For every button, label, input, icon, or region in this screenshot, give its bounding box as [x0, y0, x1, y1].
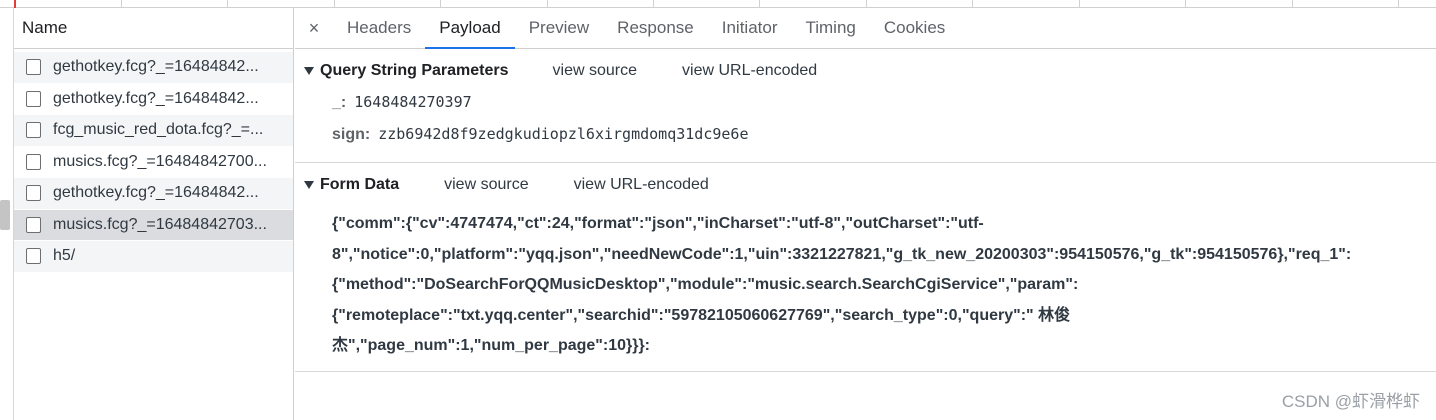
watermark: CSDN @虾滑桦虾 — [1281, 392, 1420, 411]
recording-indicator — [14, 0, 16, 8]
form-data-section-header[interactable]: Form Data view source view URL-encoded — [295, 163, 1436, 207]
view-source-button[interactable]: view source — [444, 176, 528, 194]
request-name: musics.fcg?_=16484842700... — [53, 152, 267, 170]
request-row[interactable]: gethotkey.fcg?_=16484842... — [14, 178, 293, 210]
document-icon — [26, 248, 41, 265]
timeline-tick — [334, 0, 335, 8]
request-row[interactable]: h5/ — [14, 241, 293, 273]
timeline-tick — [227, 0, 228, 8]
request-row[interactable]: gethotkey.fcg?_=16484842... — [14, 52, 293, 84]
form-data-line: 杰","page_num":1,"num_per_page":10}}}: — [332, 337, 651, 354]
document-icon — [26, 59, 41, 76]
timeline-tick — [1185, 0, 1186, 8]
request-row[interactable]: gethotkey.fcg?_=16484842... — [14, 83, 293, 115]
detail-tab-bar: × Headers Payload Preview Response Initiator… — [295, 8, 1436, 49]
request-row[interactable]: musics.fcg?_=16484842703... — [14, 209, 293, 241]
timeline-tick — [1292, 0, 1293, 8]
timeline-tick — [1398, 0, 1399, 8]
payload-panel: Query String Parameters view source view… — [295, 49, 1436, 420]
request-name: gethotkey.fcg?_=16484842... — [53, 58, 259, 76]
timeline-tick — [653, 0, 654, 8]
request-name: musics.fcg?_=16484842703... — [53, 215, 267, 233]
document-icon — [26, 90, 41, 107]
request-list: gethotkey.fcg?_=16484842... gethotkey.fcg… — [14, 52, 293, 273]
triangle-down-icon[interactable] — [304, 67, 314, 75]
view-url-encoded-button[interactable]: view URL-encoded — [574, 176, 709, 194]
close-icon[interactable]: × — [295, 8, 333, 48]
timeline-tick — [547, 0, 548, 8]
timeline-tick — [440, 0, 441, 8]
tab-list: Headers Payload Preview Response Initiator Ti… — [333, 8, 959, 49]
document-icon — [26, 122, 41, 139]
timeline-tick — [1079, 0, 1080, 8]
request-row[interactable]: fcg_music_red_dota.fcg?_=... — [14, 115, 293, 147]
tab-cookies[interactable]: Cookies — [870, 8, 959, 48]
name-column-header[interactable]: Name — [14, 8, 293, 49]
timeline-tick — [866, 0, 867, 8]
document-icon — [26, 216, 41, 233]
timeline-tick — [121, 0, 122, 8]
param-key: _: — [332, 94, 347, 111]
document-icon — [26, 153, 41, 170]
section-title: Form Data — [320, 176, 400, 193]
query-param-row: _: 1648484270397 — [295, 93, 1436, 125]
request-name: gethotkey.fcg?_=16484842... — [53, 89, 259, 107]
form-data-line: {"comm":{"cv":4747474,"ct":24,"format":"… — [332, 215, 984, 232]
view-source-button[interactable]: view source — [553, 62, 637, 80]
tab-preview[interactable]: Preview — [515, 8, 603, 48]
request-list-pane: Name gethotkey.fcg?_=16484842... gethotke… — [0, 8, 294, 420]
timeline-tick — [972, 0, 973, 8]
form-data-line: {"remoteplace":"txt.yqq.center","searchi… — [332, 306, 1071, 324]
param-key: sign: — [332, 126, 371, 143]
document-icon — [26, 185, 41, 202]
section-title: Query String Parameters — [320, 62, 509, 79]
request-name: fcg_music_red_dota.fcg?_=... — [53, 121, 264, 139]
query-param-row: sign: zzb6942d8f9zedgkudiopzl6xirgmdomq3… — [295, 125, 1436, 157]
form-data-line: 8","notice":0,"platform":"yqq.json","nee… — [332, 245, 1352, 263]
query-string-section-header[interactable]: Query String Parameters view source view… — [295, 49, 1436, 93]
view-url-encoded-button[interactable]: view URL-encoded — [682, 62, 817, 80]
param-value: zzb6942d8f9zedgkudiopzl6xirgmdomq31dc9e6… — [378, 125, 749, 143]
tab-timing[interactable]: Timing — [791, 8, 869, 48]
tab-response[interactable]: Response — [603, 8, 708, 48]
request-row[interactable]: musics.fcg?_=16484842700... — [14, 146, 293, 178]
tab-headers[interactable]: Headers — [333, 8, 425, 48]
scrollbar-thumb[interactable] — [0, 200, 10, 230]
form-data-body: {"comm":{"cv":4747474,"ct":24,"format":"… — [295, 207, 1436, 362]
triangle-down-icon[interactable] — [304, 181, 314, 189]
top-strip — [0, 0, 1436, 8]
section-divider — [295, 370, 1436, 372]
timeline-tick — [759, 0, 760, 8]
tab-initiator[interactable]: Initiator — [708, 8, 792, 48]
param-value: 1648484270397 — [354, 93, 472, 111]
tab-payload[interactable]: Payload — [425, 8, 516, 49]
form-data-line: {"method":"DoSearchForQQMusicDesktop","m… — [332, 276, 1079, 293]
request-name: h5/ — [53, 247, 76, 265]
request-name: gethotkey.fcg?_=16484842... — [53, 184, 259, 202]
